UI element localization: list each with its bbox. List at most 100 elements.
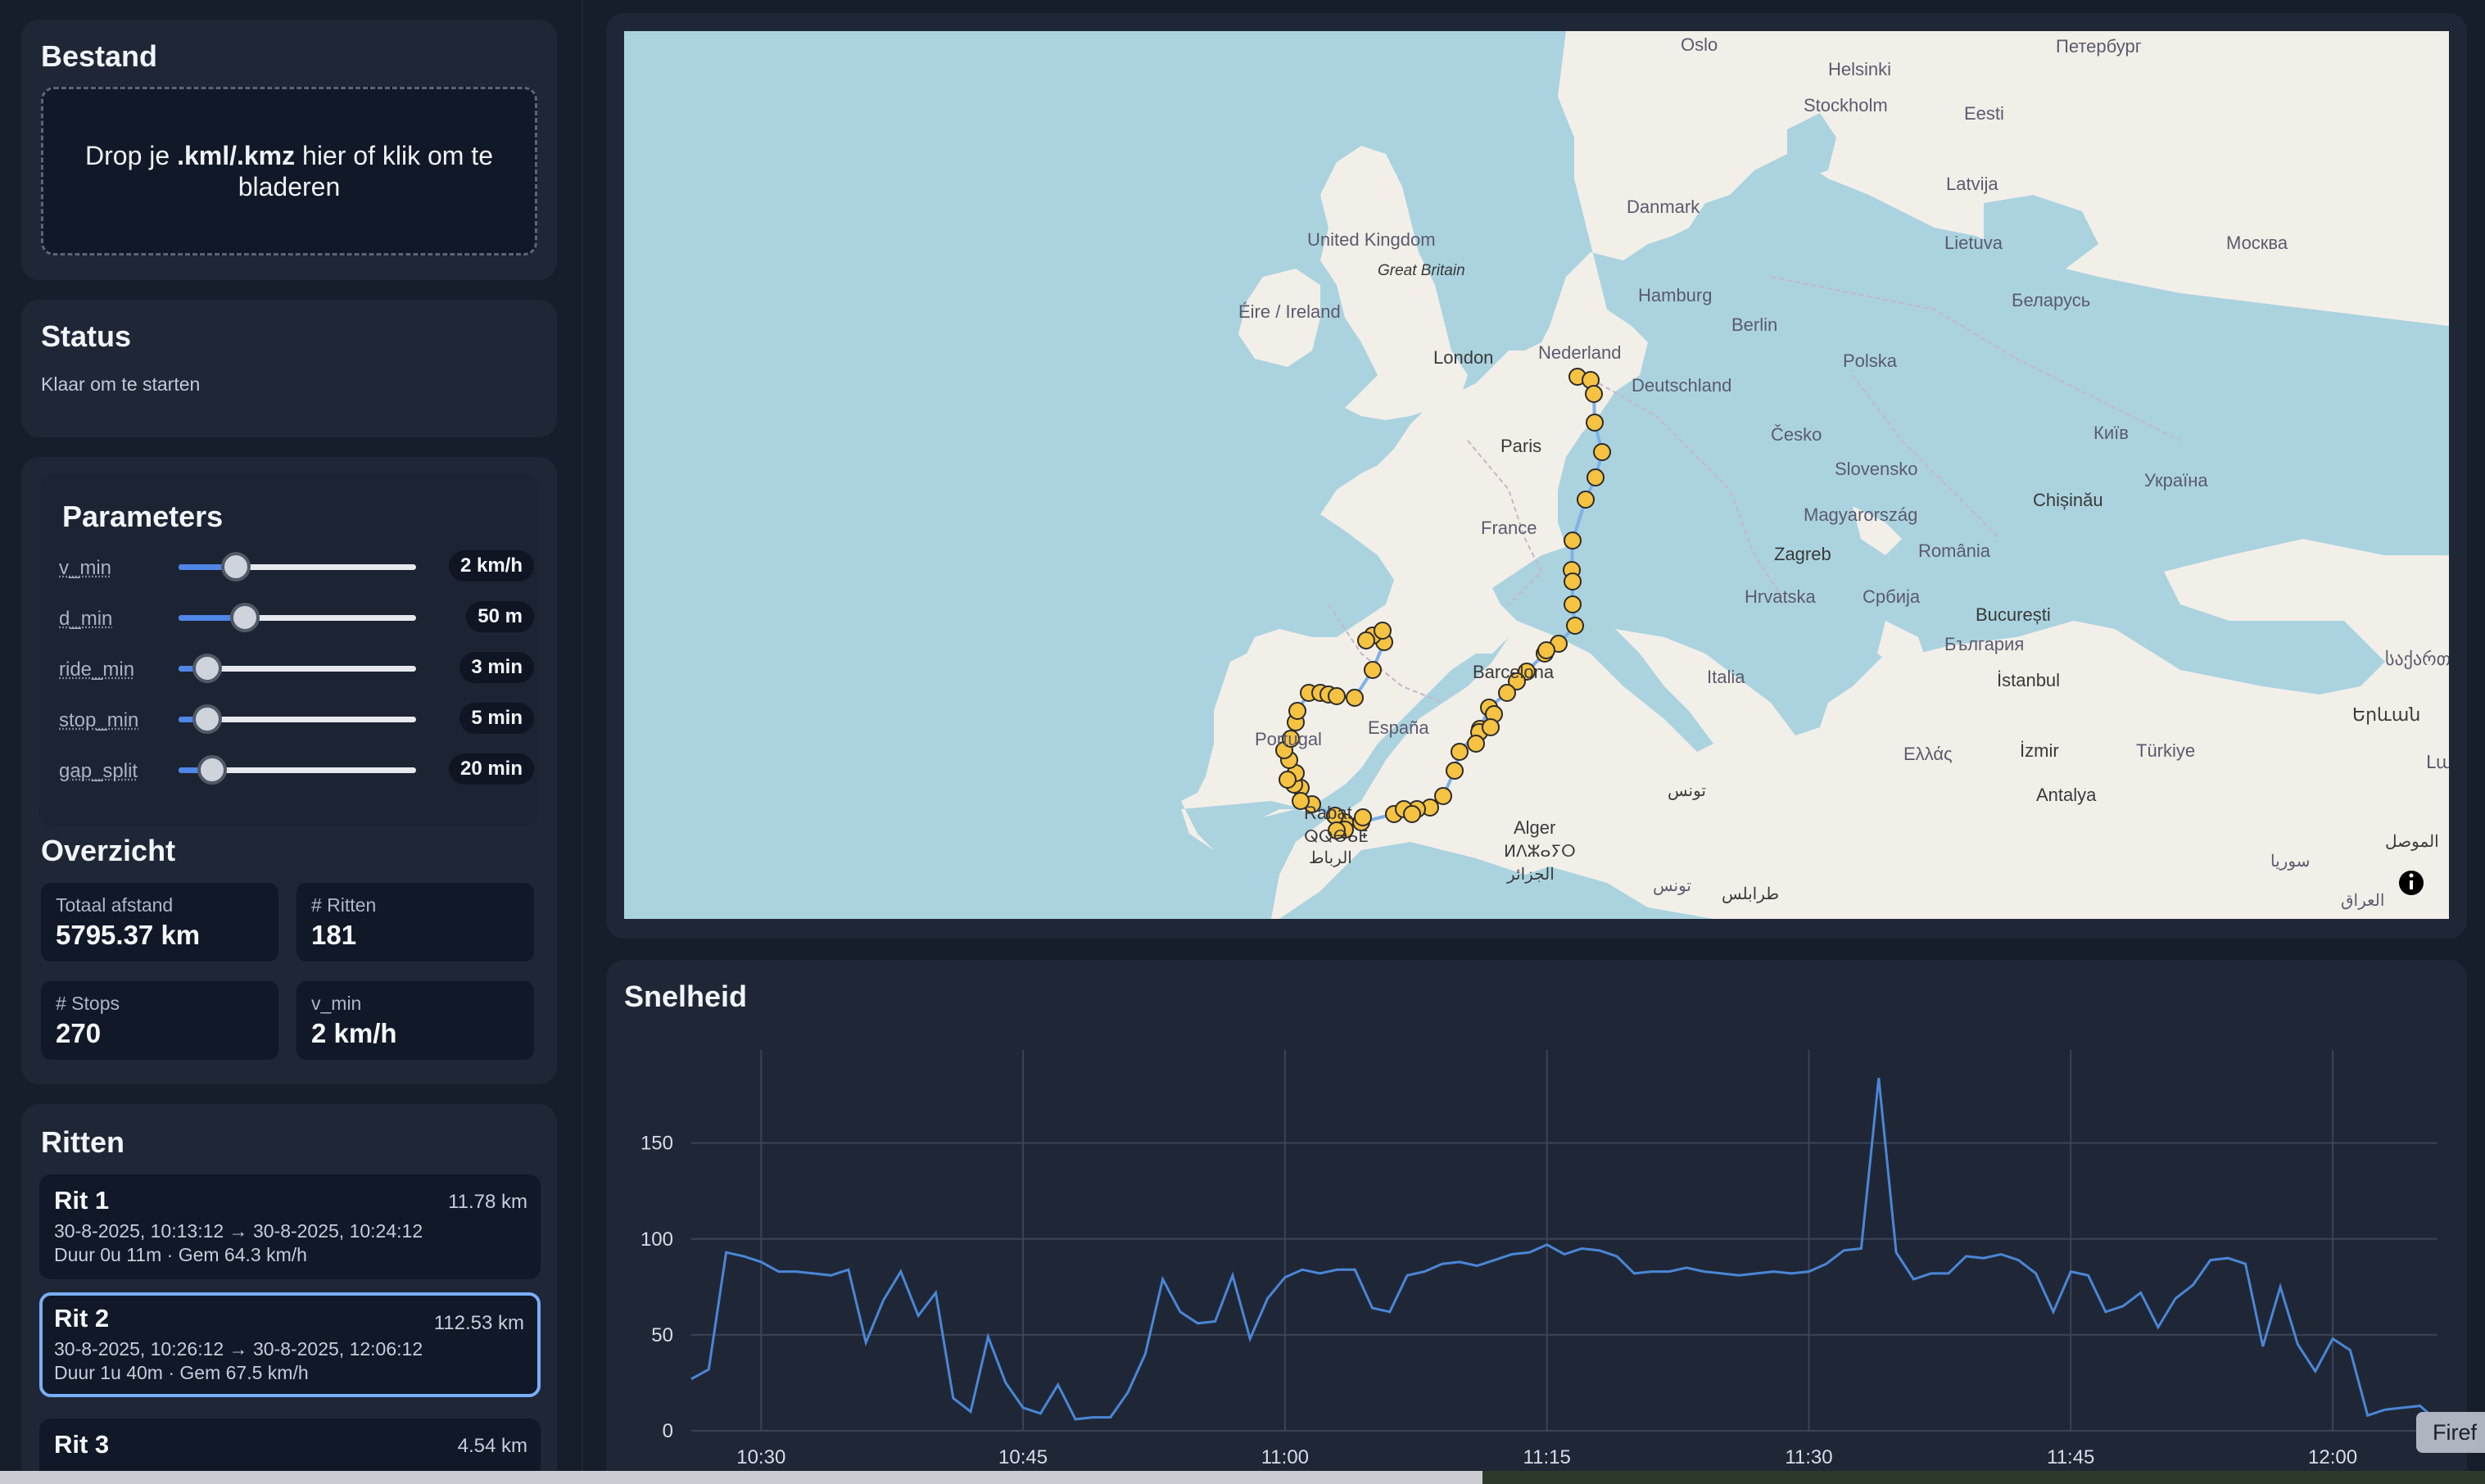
ride-distance: 11.78 km xyxy=(448,1191,527,1213)
param-row-stop-min: stop_min 5 min xyxy=(59,703,534,735)
param-label: d_min xyxy=(59,608,113,630)
route-marker[interactable] xyxy=(1577,491,1595,509)
map-label: تونس xyxy=(1653,877,1691,895)
x-tick-label: 11:15 xyxy=(1523,1446,1571,1468)
param-label: ride_min xyxy=(59,658,135,681)
map-label: Türkiye xyxy=(2136,740,2195,761)
map-label: Петербург xyxy=(2056,36,2142,57)
param-slider[interactable] xyxy=(179,603,416,632)
map-label: الموصل xyxy=(2385,833,2439,851)
param-slider-thumb[interactable] xyxy=(220,552,251,581)
param-row-gap-split: gap_split 20 min xyxy=(59,753,534,786)
map-label: Magyarország xyxy=(1804,504,1917,525)
route-marker[interactable] xyxy=(1587,468,1605,486)
route-marker[interactable] xyxy=(1467,735,1485,753)
route-marker[interactable] xyxy=(1564,532,1582,550)
ride-item-selected[interactable]: Rit 2 112.53 km 30-8-2025, 10:26:12 → 30… xyxy=(39,1292,541,1397)
map-label: Zagreb xyxy=(1774,544,1831,564)
y-tick-label: 50 xyxy=(651,1324,673,1346)
map-view[interactable]: Oslo Helsinki Петербург Stockholm Eesti … xyxy=(624,31,2449,919)
ride-name: Rit 3 xyxy=(54,1430,110,1459)
browser-badge: Firef xyxy=(2416,1412,2485,1453)
map-label: Stockholm xyxy=(1804,95,1888,115)
ritten-card: Ritten Rit 1 11.78 km 30-8-2025, 10:13:1… xyxy=(21,1104,557,1484)
map-label: الجزائر xyxy=(1506,866,1555,884)
map-label: Deutschland xyxy=(1632,375,1731,396)
map-label: Danmark xyxy=(1627,197,1700,217)
x-tick-label: 12:00 xyxy=(2308,1446,2357,1468)
route-marker[interactable] xyxy=(1564,572,1582,590)
y-tick-label: 100 xyxy=(640,1228,673,1251)
stat-label: v_min xyxy=(311,993,362,1014)
ride-info: Duur 0u 11m · Gem 64.3 km/h xyxy=(54,1244,307,1265)
bottom-scrollbar[interactable] xyxy=(0,1471,1482,1484)
x-tick-label: 10:30 xyxy=(736,1446,785,1468)
param-label: stop_min xyxy=(59,709,139,731)
param-slider-thumb[interactable] xyxy=(192,704,222,734)
param-slider[interactable] xyxy=(179,704,416,734)
param-value: 3 min xyxy=(459,652,534,683)
map-label: საქართველო xyxy=(2385,649,2449,670)
ritten-title: Ritten xyxy=(41,1125,124,1159)
param-slider[interactable] xyxy=(179,654,416,683)
route-marker[interactable] xyxy=(1451,743,1469,761)
bestand-title: Bestand xyxy=(41,39,158,73)
route-marker[interactable] xyxy=(1354,808,1372,826)
map-label: United Kingdom xyxy=(1307,229,1436,250)
map-label: Oslo xyxy=(1681,34,1718,55)
ride-item[interactable]: Rit 1 11.78 km 30-8-2025, 10:13:12 → 30-… xyxy=(39,1174,541,1279)
map-label: ⵍⴷⵣⴰⵢⵔ xyxy=(1504,843,1576,861)
param-row-d-min: d_min 50 m xyxy=(59,601,534,634)
param-slider-thumb[interactable] xyxy=(197,755,227,785)
route-marker[interactable] xyxy=(1498,684,1516,702)
route-marker[interactable] xyxy=(1403,805,1421,823)
map-label: Беларусь xyxy=(2012,290,2090,310)
speed-chart[interactable]: 0 50 100 150 10:30 10:45 11:00 11:15 11:30 11:45… xyxy=(606,960,2467,1484)
map-label: Україна xyxy=(2144,470,2208,491)
param-slider-thumb[interactable] xyxy=(230,603,260,632)
map-label: France xyxy=(1481,518,1537,538)
route-marker[interactable] xyxy=(1482,718,1500,736)
map-svg[interactable]: Oslo Helsinki Петербург Stockholm Eesti … xyxy=(624,31,2449,919)
map-label: Paris xyxy=(1501,436,1541,456)
route-marker[interactable] xyxy=(1328,687,1346,705)
route-marker[interactable] xyxy=(1279,771,1297,789)
map-label: طرابلس xyxy=(1722,885,1779,903)
map-label: Москва xyxy=(2226,233,2288,253)
stat-label: # Stops xyxy=(56,993,120,1014)
map-label: Hrvatska xyxy=(1745,586,1817,607)
map-label: Helsinki xyxy=(1828,59,1891,79)
route-marker[interactable] xyxy=(1288,702,1306,720)
route-marker[interactable] xyxy=(1566,617,1584,635)
map-label: Antalya xyxy=(2036,785,2097,805)
stat-label: Totaal afstand xyxy=(56,894,174,916)
param-slider[interactable] xyxy=(179,552,416,581)
map-label: Hamburg xyxy=(1638,285,1712,305)
map-label: Polska xyxy=(1843,351,1898,371)
route-marker[interactable] xyxy=(1346,689,1364,707)
route-marker[interactable] xyxy=(1374,622,1392,640)
param-slider[interactable] xyxy=(179,755,416,785)
route-marker[interactable] xyxy=(1537,641,1555,659)
map-label: الرباط xyxy=(1309,849,1352,867)
route-marker[interactable] xyxy=(1593,443,1611,461)
route-marker[interactable] xyxy=(1564,595,1582,613)
map-label: سوريا xyxy=(2270,853,2310,871)
parameters-panel: Parameters v_min 2 km/h d_min 50 m ride_min 3… xyxy=(39,475,539,827)
x-tick-label: 11:45 xyxy=(2047,1446,2094,1468)
route-marker[interactable] xyxy=(1357,631,1375,649)
file-dropzone[interactable]: Drop je .kml/.kmz hier of klik om te bla… xyxy=(41,87,537,256)
param-row-ride-min: ride_min 3 min xyxy=(59,652,534,685)
route-marker[interactable] xyxy=(1364,661,1382,679)
map-label: Լարի xyxy=(2426,752,2449,772)
route-marker[interactable] xyxy=(1585,385,1603,403)
map-label: İzmir xyxy=(2020,740,2059,761)
route-marker[interactable] xyxy=(1586,414,1604,432)
map-label: España xyxy=(1368,717,1429,738)
route-marker[interactable] xyxy=(1434,787,1452,805)
map-label: Київ xyxy=(2093,423,2129,443)
param-slider-thumb[interactable] xyxy=(192,654,222,683)
y-tick-label: 150 xyxy=(640,1133,673,1155)
route-marker[interactable] xyxy=(1446,762,1464,780)
info-icon[interactable] xyxy=(2399,871,2424,895)
